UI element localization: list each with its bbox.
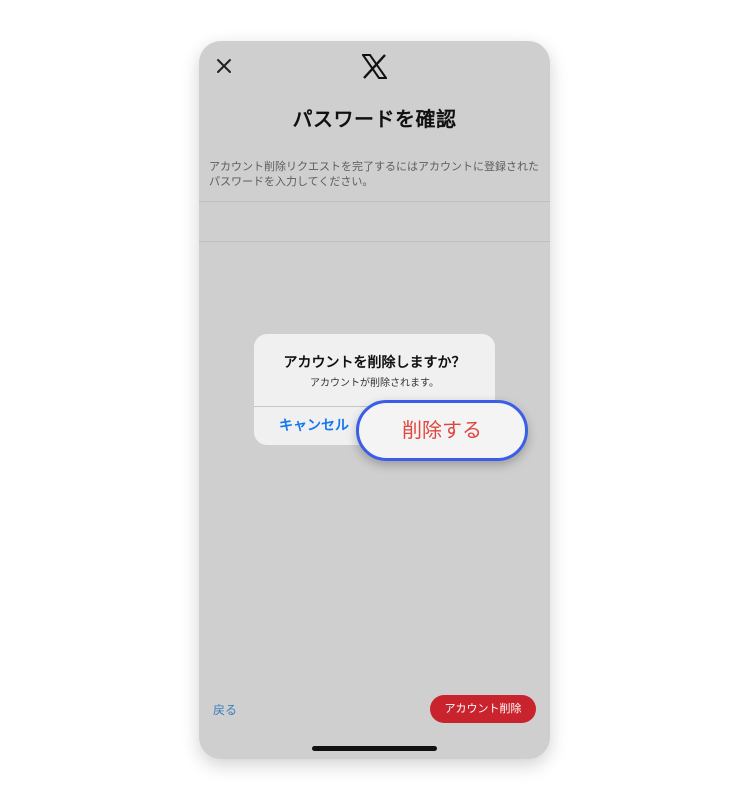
home-indicator <box>312 746 437 751</box>
alert-title: アカウントを削除しますか？ <box>283 355 466 371</box>
close-icon[interactable] <box>213 55 235 77</box>
description-line-1: アカウント削除リクエストを完了するにはアカウントに登録された <box>209 160 539 173</box>
page-description: アカウント削除リクエストを完了するにはアカウントに登録された パスワードを入力し… <box>209 159 542 189</box>
x-logo-icon <box>361 54 388 79</box>
back-button[interactable]: 戻る <box>213 701 237 718</box>
divider <box>199 201 550 202</box>
description-line-2: パスワードを入力してください。 <box>209 175 374 188</box>
password-field[interactable] <box>199 241 550 242</box>
alert-message: アカウントが削除されます。 <box>310 378 439 389</box>
delete-account-button[interactable]: アカウント削除 <box>430 695 536 723</box>
page-title: パスワードを確認 <box>292 107 457 131</box>
confirm-delete-button[interactable]: 削除する <box>356 400 528 461</box>
